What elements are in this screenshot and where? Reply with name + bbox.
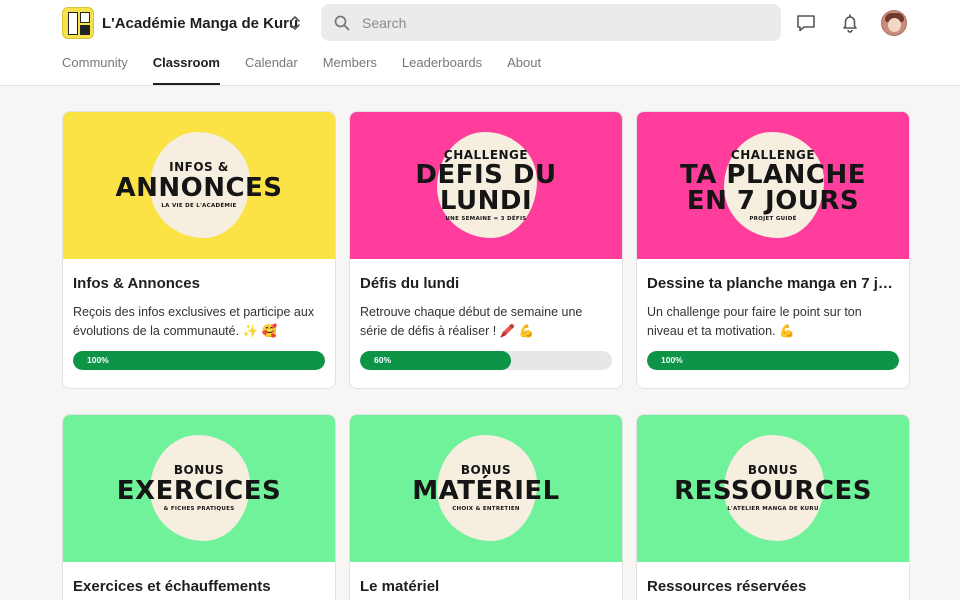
banner-subtitle: LA VIE DE L'ACADÉMIE — [161, 203, 237, 210]
course-banner: CHALLENGE TA PLANCHE EN 7 JOURS PROJET G… — [637, 112, 909, 259]
course-progress-bar: 60% — [360, 351, 612, 370]
progress-label: 60% — [374, 355, 392, 365]
progress-label: 100% — [661, 355, 683, 365]
tab-members[interactable]: Members — [323, 56, 377, 86]
course-title: Ressources réservées — [647, 578, 807, 595]
banner-heading-line1: TA PLANCHE — [680, 159, 866, 190]
course-title: Dessine ta planche manga en 7 jo... — [647, 275, 899, 292]
banner-kicker: BONUS — [173, 463, 225, 478]
tab-calendar[interactable]: Calendar — [245, 56, 298, 86]
banner-heading: EXERCICES — [116, 476, 282, 507]
course-card-materiel[interactable]: BONUS MATÉRIEL CHOIX & ENTRETIEN Le maté… — [349, 414, 623, 600]
chat-icon[interactable] — [795, 12, 817, 34]
community-brand[interactable]: L'Académie Manga de Kuru — [62, 7, 298, 39]
course-card-ressources[interactable]: BONUS RESSOURCES L'ATELIER MANGA DE KURU… — [636, 414, 910, 600]
search-input[interactable] — [362, 14, 742, 31]
course-banner: BONUS MATÉRIEL CHOIX & ENTRETIEN — [350, 415, 622, 562]
course-banner: BONUS RESSOURCES L'ATELIER MANGA DE KURU — [637, 415, 909, 562]
banner-subtitle: L'ATELIER MANGA DE KURU — [727, 506, 819, 513]
progress-label: 100% — [87, 355, 109, 365]
banner-heading-line2: LUNDI — [439, 186, 533, 217]
community-name: L'Académie Manga de Kuru — [102, 14, 299, 32]
tab-classroom[interactable]: Classroom — [152, 56, 221, 86]
course-title: Défis du lundi — [360, 275, 460, 292]
course-banner: BONUS EXERCICES & FICHES PRATIQUES — [63, 415, 335, 562]
banner-subtitle: & FICHES PRATIQUES — [163, 506, 235, 513]
banner-subtitle: PROJET GUIDÉ — [749, 215, 797, 222]
course-title: Le matériel — [360, 578, 440, 595]
tab-community[interactable]: Community — [62, 56, 128, 86]
banner-heading-line2: EN 7 JOURS — [686, 186, 860, 217]
banner-kicker: CHALLENGE — [730, 147, 816, 162]
banner-heading: MATÉRIEL — [412, 476, 560, 507]
course-card-defis-du-lundi[interactable]: CHALLENGE DÉFIS DU LUNDI UNE SEMAINE = 3… — [349, 111, 623, 389]
chevron-up-down-icon[interactable] — [288, 14, 302, 32]
course-card-exercices[interactable]: BONUS EXERCICES & FICHES PRATIQUES Exerc… — [62, 414, 336, 600]
banner-subtitle: UNE SEMAINE = 3 DÉFIS — [445, 215, 527, 222]
tab-leaderboards[interactable]: Leaderboards — [402, 56, 482, 86]
course-description: Reçois des infos exclusives et participe… — [73, 305, 315, 338]
course-banner: CHALLENGE DÉFIS DU LUNDI UNE SEMAINE = 3… — [350, 112, 622, 259]
search-icon — [334, 15, 350, 30]
user-avatar[interactable] — [881, 10, 907, 36]
banner-heading-line1: DÉFIS DU — [415, 159, 557, 190]
course-progress-bar: 100% — [647, 351, 899, 370]
course-card-infos-annonces[interactable]: INFOS & ANNONCES LA VIE DE L'ACADÉMIE In… — [62, 111, 336, 389]
course-banner: INFOS & ANNONCES LA VIE DE L'ACADÉMIE — [63, 112, 335, 259]
banner-kicker: BONUS — [747, 463, 799, 478]
banner-kicker: CHALLENGE — [443, 147, 529, 162]
course-description: Un challenge pour faire le point sur ton… — [647, 305, 862, 338]
course-title: Infos & Annonces — [73, 275, 200, 292]
banner-heading: ANNONCES — [115, 173, 283, 204]
top-header: L'Académie Manga de Kuru Community Class… — [0, 0, 960, 86]
community-logo — [62, 7, 94, 39]
nav-tabs: Community Classroom Calendar Members Lea… — [62, 56, 541, 86]
course-card-planche-7-jours[interactable]: CHALLENGE TA PLANCHE EN 7 JOURS PROJET G… — [636, 111, 910, 389]
tab-about[interactable]: About — [507, 56, 541, 86]
banner-subtitle: CHOIX & ENTRETIEN — [452, 506, 520, 513]
banner-kicker: INFOS & — [169, 160, 229, 175]
course-progress-bar: 100% — [73, 351, 325, 370]
bell-icon[interactable] — [839, 12, 861, 34]
search-bar[interactable] — [321, 4, 781, 41]
banner-heading: RESSOURCES — [674, 476, 872, 507]
banner-kicker: BONUS — [460, 463, 512, 478]
course-title: Exercices et échauffements — [73, 578, 271, 595]
course-description: Retrouve chaque début de semaine une sér… — [360, 305, 583, 338]
